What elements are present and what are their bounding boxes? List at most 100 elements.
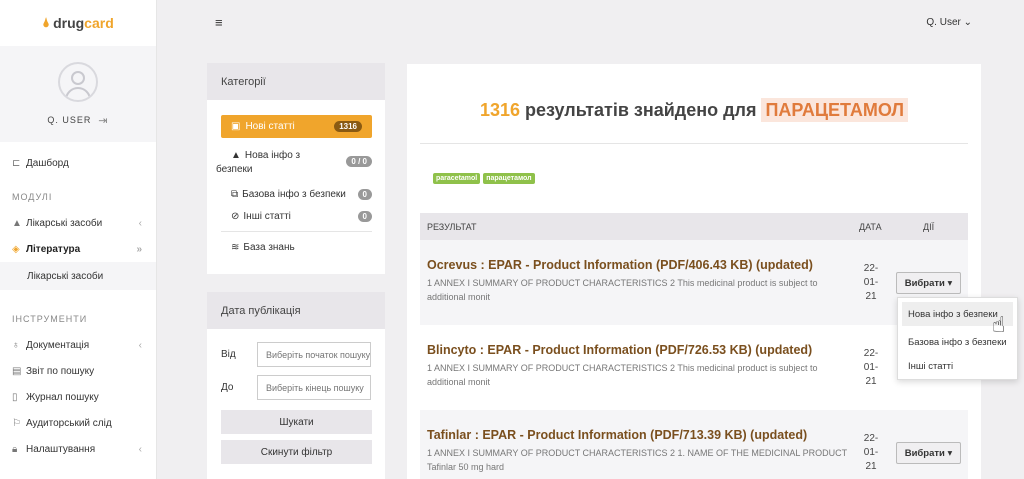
category-new-articles[interactable]: ▣ Нові статті 1316 [221,115,372,138]
sidebar-item-dashboard[interactable]: ⊏ Дашборд [0,150,156,176]
select-dropdown-button[interactable]: Вибрати ▾ [896,442,961,464]
section-tools: ІНСТРУМЕНТИ [12,314,88,324]
table-row: Blincyto : EPAR - Product Information (P… [420,325,968,410]
count-badge: 0 [357,188,372,200]
logo-text-card: card [84,15,114,31]
result-date: 22-01-21 [863,433,879,472]
logout-icon[interactable]: ⇥ [98,114,108,127]
search-button[interactable]: Шукати [221,410,372,434]
chevron-down-icon: » [136,243,142,255]
date-filter-title: Дата публікація [207,292,385,329]
result-snippet: 1 ANNEX I SUMMARY OF PRODUCT CHARACTERIS… [427,363,818,387]
menu-icon[interactable]: ≡ [215,15,223,30]
result-title-link[interactable]: Ocrevus : EPAR - Product Information (PD… [427,258,813,272]
results-heading: 1316 результатів знайдено для ПАРАЦЕТАМО… [407,98,981,122]
category-label: Нові статті [245,121,295,132]
to-date-input[interactable] [257,375,371,400]
categories-panel: Категорії ▣ Нові статті 1316 ▲ Нова інфо… [207,63,385,274]
hand-cursor-icon: ☝ [992,312,1006,337]
user-profile: Q. USER ⇥ [0,46,156,142]
chevron-left-icon: ‹ [138,339,142,351]
category-other[interactable]: ⊘ Інші статті 0 [231,209,372,223]
sidebar-item-label: Аудиторський слід [26,417,112,429]
reset-filter-button[interactable]: Скинути фільтр [221,440,372,464]
category-label: Базова інфо з безпеки [242,188,346,200]
divider [221,231,372,232]
sidebar-item-label: Налаштування [26,443,96,455]
sidebar-item-literature[interactable]: ◈ Література » [0,236,156,262]
search-query: ПАРАЦЕТАМОЛ [761,98,909,122]
flask-icon: ▲ [12,217,22,229]
result-title-link[interactable]: Tafinlar : EPAR - Product Information (P… [427,428,807,442]
to-row: До [221,375,385,400]
divider [420,143,968,144]
avatar [58,61,98,102]
ban-icon: ⊘ [231,210,240,222]
warning-icon: ▲ [231,150,241,161]
results-panel: 1316 результатів знайдено для ПАРАЦЕТАМО… [407,64,981,479]
chevron-left-icon: ‹ [138,443,142,455]
tag[interactable]: paracetamol [433,173,481,184]
col-actions: ДІЇ [923,221,935,232]
sidebar-subitem-drugs[interactable]: Лікарські засоби [0,262,156,290]
result-snippet: 1 ANNEX I SUMMARY OF PRODUCT CHARACTERIS… [427,278,818,302]
select-dropdown-button[interactable]: Вибрати ▾ [896,272,961,294]
report-icon: ▤ [12,365,22,377]
category-label: Інші статті [243,210,291,222]
table-row: Ocrevus : EPAR - Product Information (PD… [420,240,968,325]
result-date: 22-01-21 [863,263,879,302]
chevron-left-icon: ‹ [138,217,142,229]
journal-icon: ▯ [12,391,18,403]
lock-icon: 🔒︎ [12,443,18,455]
count-badge: 0 / 0 [346,156,372,167]
user-menu[interactable]: Q. User ⌄ [926,17,972,28]
layers-icon: ◈ [12,243,20,255]
categories-title: Категорії [207,63,385,100]
topbar: ≡ Q. User ⌄ [157,0,1024,46]
category-label: База знань [243,241,295,253]
profile-name: Q. USER [47,115,92,125]
menu-item-other[interactable]: Інші статті [898,354,1017,378]
copy-icon: ⧉ [231,188,239,200]
sidebar-item-audit[interactable]: ⚐ Аудиторський слід [0,410,156,436]
from-row: Від [221,342,385,367]
database-icon: ≋ [231,241,240,253]
results-found-text: результатів знайдено для [520,100,762,120]
dashboard-icon: ⊏ [12,157,21,169]
col-date: ДАТА [859,221,882,232]
sidebar-item-label: Лікарські засоби [27,270,104,282]
category-label: Нова інфо з [244,150,301,161]
sidebar-item-label: Лікарські засоби [26,217,103,229]
drop-icon: 🌢 [42,15,51,30]
col-result: РЕЗУЛЬТАТ [427,221,477,232]
sidebar-item-label: Журнал пошуку [26,391,99,403]
results-table-header: РЕЗУЛЬТАТ ДАТА ДІЇ [420,213,968,240]
from-date-input[interactable] [257,342,371,367]
results-count: 1316 [479,100,520,120]
sidebar-item-search-log[interactable]: ▯ Журнал пошуку [0,384,156,410]
sidebar-item-label: Дашборд [26,157,69,169]
count-badge: 1316 [334,121,362,132]
result-snippet: 1 ANNEX I SUMMARY OF PRODUCT CHARACTERIS… [427,448,847,472]
logo[interactable]: 🌢 drug card [0,0,156,46]
sidebar-item-label: Документація [26,339,90,351]
table-row: Tafinlar : EPAR - Product Information (P… [420,410,968,479]
sidebar-item-settings[interactable]: 🔒︎ Налаштування ‹ [0,436,156,462]
sidebar-item-docs[interactable]: ♁ Документація ‹ [0,332,156,358]
to-label: До [221,382,234,393]
count-badge: 0 [357,210,372,222]
tag[interactable]: парацетамол [483,173,535,184]
category-base-safety[interactable]: ⧉ Базова інфо з безпеки 0 [231,187,372,201]
from-label: Від [221,349,236,360]
sidebar-item-label: Звіт по пошуку [26,365,95,377]
date-filter-panel: Дата публікація Від До Шукати Скинути фі… [207,292,385,479]
sidebar-item-drugs[interactable]: ▲ Лікарські засоби ‹ [0,210,156,236]
category-knowledge-base[interactable]: ≋ База знань [231,240,372,254]
result-title-link[interactable]: Blincyto : EPAR - Product Information (P… [427,343,812,357]
sidebar-item-search-report[interactable]: ▤ Звіт по пошуку [0,358,156,384]
select-dropdown-menu: Нова інфо з безпеки Базова інфо з безпек… [897,297,1018,380]
sidebar: 🌢 drug card Q. USER ⇥ ⊏ Дашборд МОДУЛІ ▲ … [0,0,157,479]
logo-text-drug: drug [53,15,85,31]
category-new-safety[interactable]: ▲ Нова інфо з безпеки 0 / 0 [216,150,372,178]
flag-icon: ⚐ [12,417,21,429]
